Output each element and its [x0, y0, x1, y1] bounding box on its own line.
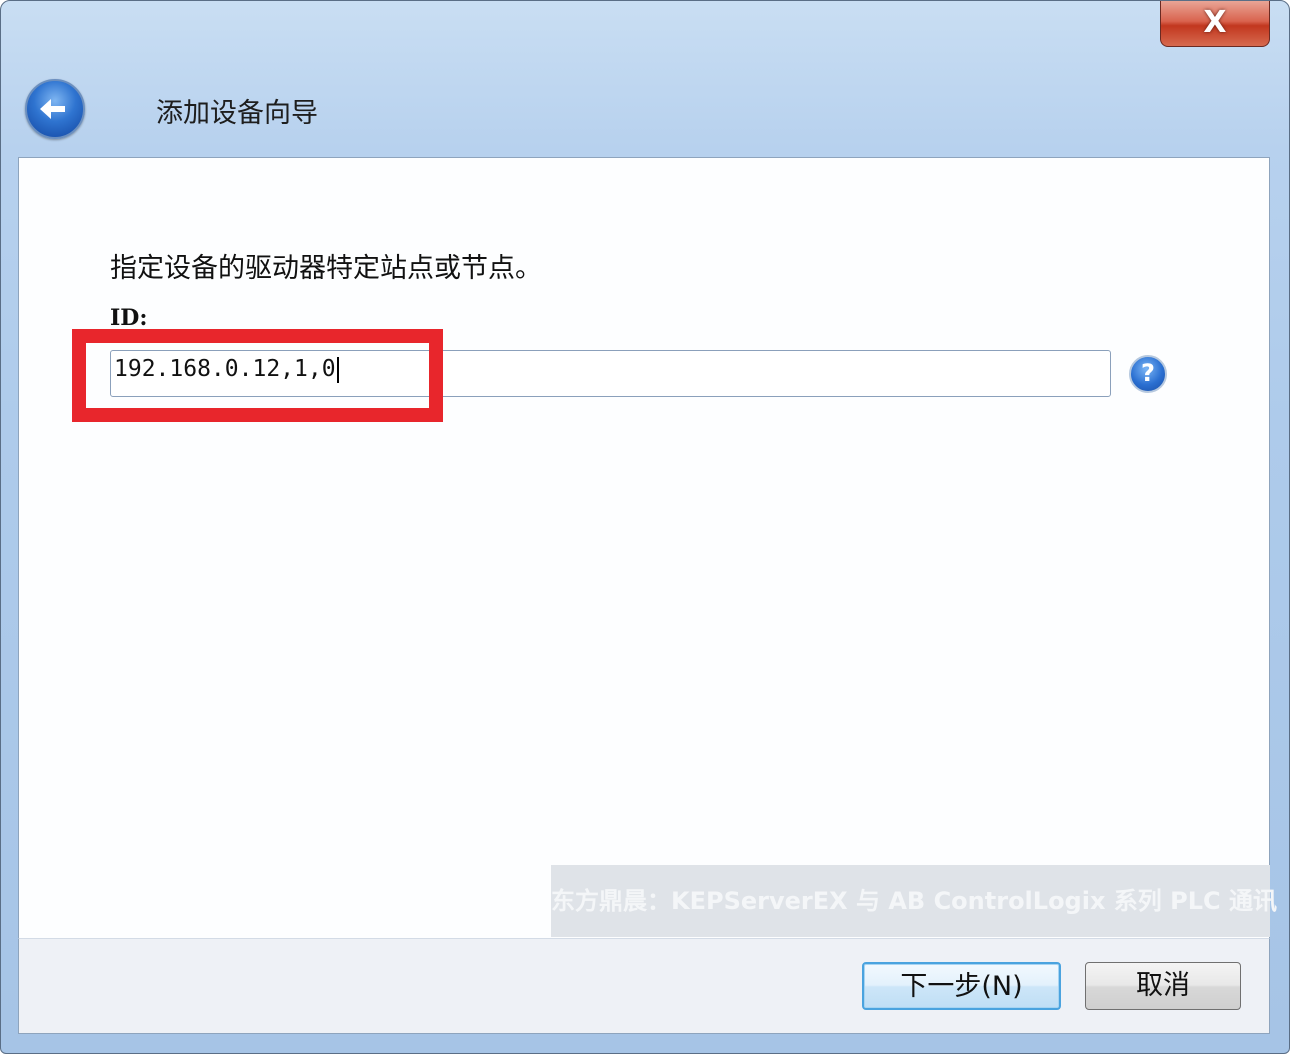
- back-button[interactable]: [25, 79, 85, 139]
- instruction-text: 指定设备的驱动器特定站点或节点。: [110, 253, 542, 284]
- back-arrow-icon: [40, 99, 65, 119]
- help-icon[interactable]: ?: [1129, 355, 1167, 393]
- cancel-button[interactable]: 取消: [1085, 962, 1241, 1010]
- close-button[interactable]: X: [1160, 1, 1270, 47]
- next-button[interactable]: 下一步(N): [862, 962, 1061, 1010]
- id-label: ID:: [110, 305, 148, 331]
- highlight-box: [72, 329, 443, 422]
- footer-bar: [18, 938, 1270, 1034]
- watermark-caption: 东方鼎晨：KEPServerEX 与 AB ControlLogix 系列 PL…: [551, 865, 1277, 937]
- window-title: 添加设备向导: [156, 98, 318, 129]
